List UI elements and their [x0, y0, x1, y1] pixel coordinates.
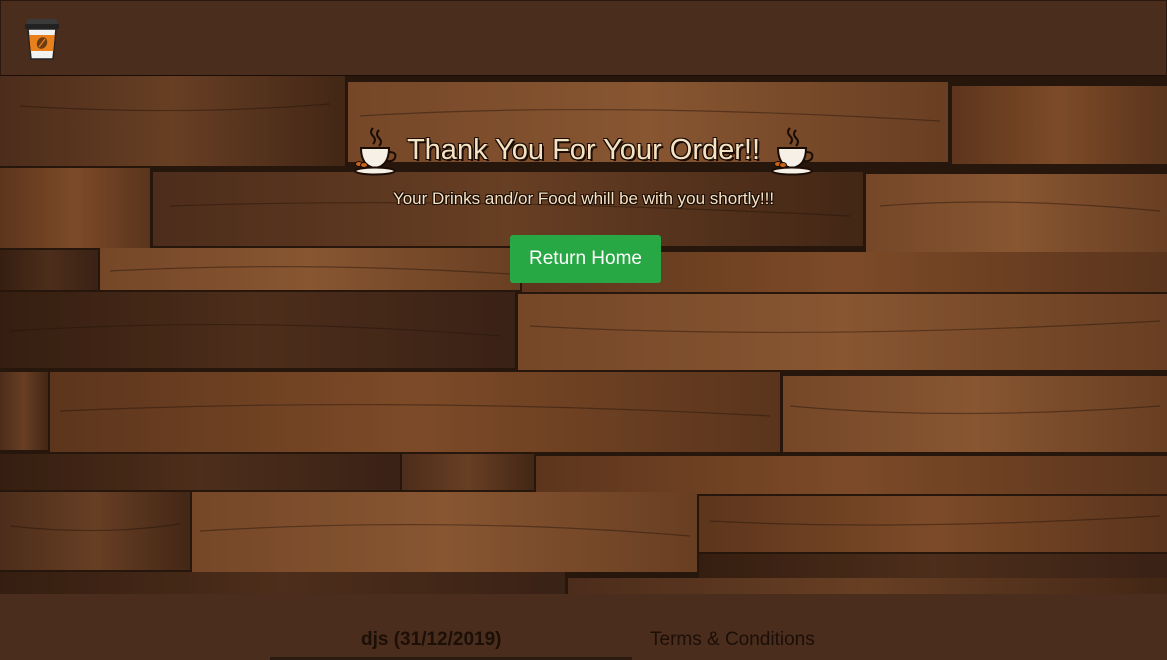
- return-home-button[interactable]: Return Home: [510, 235, 661, 283]
- coffee-cup-icon: [771, 127, 814, 176]
- hero-content: Thank You For Your Order!! Your Drinks a…: [0, 76, 1167, 594]
- hero-banner: Thank You For Your Order!! Your Drinks a…: [0, 76, 1167, 594]
- page: Thank You For Your Order!! Your Drinks a…: [0, 0, 1167, 660]
- terms-link[interactable]: Terms & Conditions: [650, 629, 815, 651]
- footer-credit: djs (31/12/2019): [361, 629, 502, 650]
- footer: djs (31/12/2019) Terms & Conditions: [0, 594, 1167, 660]
- page-title: Thank You For Your Order!!: [406, 133, 761, 166]
- top-navbar: [0, 0, 1167, 77]
- order-confirmation-message: Your Drinks and/or Food whill be with yo…: [392, 189, 775, 208]
- coffee-cup-icon[interactable]: [23, 17, 61, 61]
- title-row: Thank You For Your Order!!: [0, 124, 1167, 176]
- coffee-cup-icon: [353, 127, 397, 176]
